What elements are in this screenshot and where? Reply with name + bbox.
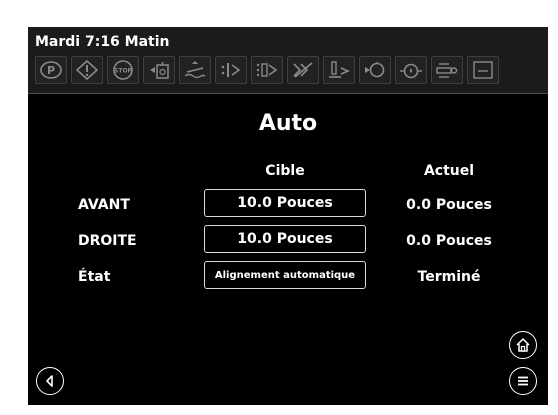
auto-align-button[interactable]: Alignement automatique (204, 261, 366, 289)
stop-icon: STOP (107, 56, 139, 84)
datetime: Mardi 7:16 Matin (35, 34, 170, 50)
state-value: Terminé (417, 269, 481, 285)
actual-column-header: Actuel (423, 163, 475, 179)
page-title: Auto (258, 111, 318, 136)
target-column-header: Cible (265, 163, 305, 179)
warning-icon (71, 56, 103, 84)
indicator-row: P STOP (35, 56, 499, 84)
home-button[interactable] (509, 331, 537, 359)
front-actual-value: 0.0 Pouces (406, 197, 492, 213)
stop-icon-text: STOP (114, 68, 133, 75)
sensor-1-icon (215, 56, 247, 84)
home-icon (516, 338, 530, 352)
row-label-state: État (78, 269, 111, 285)
circle-arrow-icon (359, 56, 391, 84)
menu-icon (518, 376, 528, 386)
oil-drop-icon (395, 56, 427, 84)
back-icon (46, 375, 53, 387)
hydraulic-oil-icon (143, 56, 175, 84)
jack-icon (323, 56, 355, 84)
menu-button[interactable] (509, 367, 537, 395)
sensor-3-icon (287, 56, 319, 84)
front-target-button[interactable]: 10.0 Pouces (204, 189, 366, 217)
right-actual-value: 0.0 Pouces (406, 233, 492, 249)
level-icon (179, 56, 211, 84)
parking-brake-icon: P (35, 56, 67, 84)
sensor-2-icon (251, 56, 283, 84)
row-label-right: DROITE (78, 233, 137, 249)
hitch-icon (431, 56, 463, 84)
screen-icon (467, 56, 499, 84)
display-screen: Mardi 7:16 Matin P STOP Auto Cible Actue… (28, 27, 548, 405)
status-bar: Mardi 7:16 Matin P STOP (28, 27, 548, 94)
back-button[interactable] (36, 367, 64, 395)
right-target-button[interactable]: 10.0 Pouces (204, 225, 366, 253)
svg-text:P: P (47, 64, 55, 77)
row-label-front: AVANT (78, 197, 130, 213)
